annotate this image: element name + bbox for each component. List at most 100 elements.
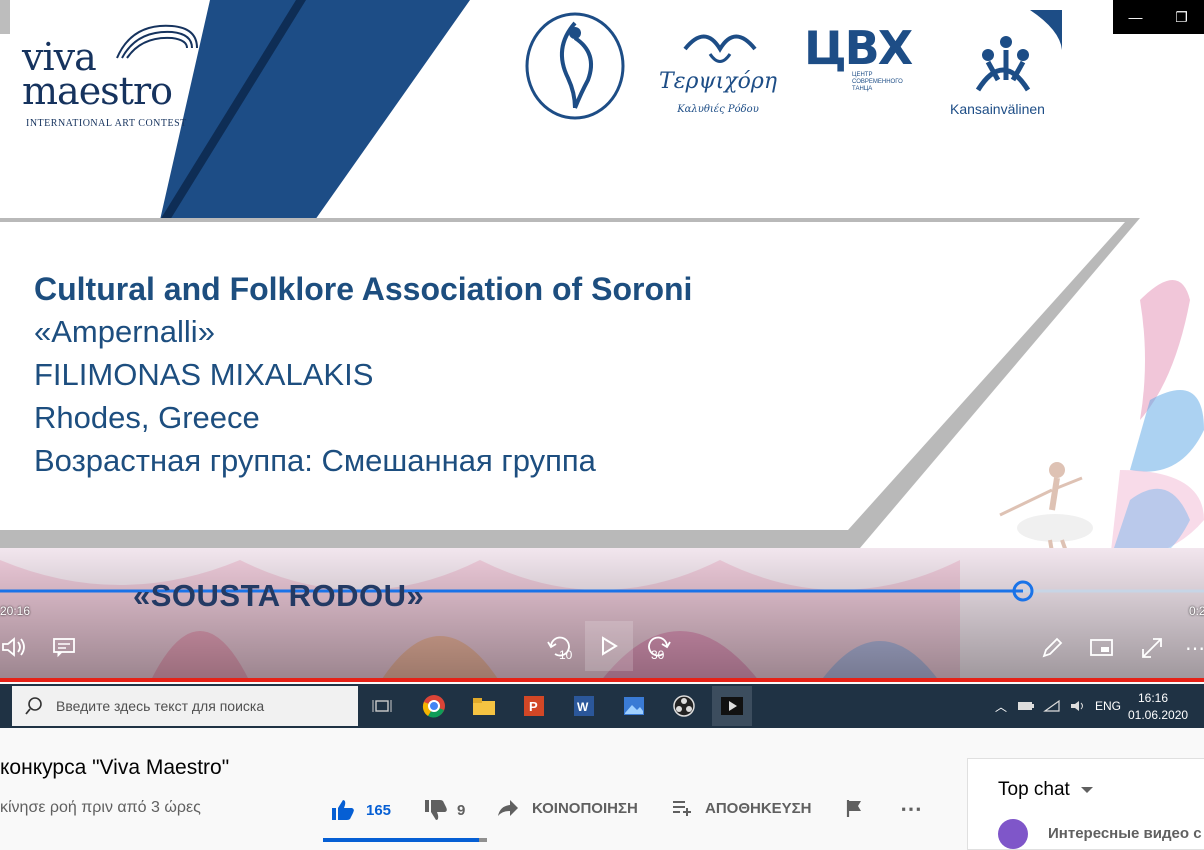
powerpoint-app[interactable]: P: [514, 686, 554, 726]
association-name: Cultural and Folklore Association of Sor…: [34, 271, 693, 307]
video-player[interactable]: viva maestro INTERNATIONAL ART CONTEST Τ…: [0, 0, 1204, 682]
play-icon: [602, 636, 618, 656]
svg-text:P: P: [529, 699, 538, 714]
chrome-icon: [422, 695, 445, 718]
search-icon: [25, 697, 42, 715]
save-button[interactable]: ΑΠΟΘΗΚΕΥΣΗ: [671, 798, 812, 818]
logo-line-2: maestro: [22, 69, 173, 113]
svg-text:W: W: [577, 700, 589, 714]
report-button[interactable]: [845, 798, 865, 818]
group-name: «Ampernalli»: [34, 314, 215, 349]
dislike-count: 9: [457, 801, 466, 819]
battery-icon[interactable]: [1017, 699, 1035, 713]
forward-30-icon: 30: [648, 636, 671, 662]
sentiment-bar: [323, 838, 487, 842]
share-icon: [498, 800, 518, 816]
chat-message-preview: Интересные видео с: [1048, 825, 1202, 842]
word-icon: W: [574, 696, 594, 716]
windows-taskbar: Введите здесь текст для поиска P W ︿ ENG…: [0, 684, 1204, 728]
rewind-button[interactable]: 10: [545, 633, 575, 663]
language-indicator[interactable]: ENG: [1095, 699, 1121, 713]
terpsichore-sub: Καλυθιές Ρόδου: [676, 104, 759, 115]
forward-button[interactable]: 30: [645, 633, 675, 663]
volume-icon: [2, 637, 25, 657]
captions-button[interactable]: [50, 633, 78, 661]
partner-logo-cvh: ЦВХ: [804, 21, 913, 75]
restore-button[interactable]: ❐: [1164, 0, 1199, 34]
age-group: Возрастная группа: Смешанная группа: [34, 443, 596, 478]
obs-icon: [673, 695, 695, 717]
time-elapsed: 20:16: [0, 604, 31, 618]
youtube-progress-bar: [0, 678, 1204, 682]
minimize-button[interactable]: —: [1118, 0, 1153, 34]
location: Rhodes, Greece: [34, 400, 260, 435]
more-actions-icon[interactable]: ⋯: [900, 796, 922, 822]
photos-app[interactable]: [614, 686, 654, 726]
time-total: 0:2: [1189, 604, 1204, 618]
partner-logo-emblem: [525, 12, 625, 120]
share-label: ΚΟΙΝΟΠΟΙΗΣΗ: [532, 799, 638, 817]
volume-button[interactable]: [0, 633, 28, 661]
miniplayer-button[interactable]: [1088, 634, 1116, 662]
save-label: ΑΠΟΘΗΚΕΥΣΗ: [705, 799, 812, 817]
fullscreen-button[interactable]: [1138, 634, 1166, 662]
svg-text:10: 10: [559, 648, 573, 662]
like-button[interactable]: 165: [330, 798, 391, 822]
folder-icon: [473, 698, 495, 715]
flag-icon: [846, 800, 861, 817]
clock-date: 01.06.2020: [1128, 708, 1189, 722]
blue-diagonal-band: [160, 0, 470, 220]
stream-info: κίνησε ροή πριν από 3 ώρες: [0, 799, 201, 816]
partner-logo-dancers: [975, 36, 1031, 92]
svg-text:30: 30: [651, 648, 665, 662]
clock-time: 16:16: [1137, 691, 1169, 705]
system-tray: ︿ ENG: [995, 684, 1121, 728]
minimize-icon: —: [1128, 9, 1143, 25]
chat-header-label: Top chat: [998, 779, 1070, 800]
miniplayer-icon: [1090, 639, 1113, 656]
task-view-button[interactable]: [362, 686, 402, 726]
leader-name: FILIMONAS MIXALAKIS: [34, 357, 374, 392]
avatar[interactable]: [998, 819, 1028, 849]
task-view-icon: [372, 700, 392, 712]
thumbs-up-icon: [332, 800, 354, 820]
like-count: 165: [366, 801, 392, 819]
partner-logo-terpsichore: Τερψιχόρη Καλυθιές Ρόδου: [660, 34, 777, 115]
chrome-app[interactable]: [414, 686, 454, 726]
photos-icon: [624, 697, 644, 715]
share-button[interactable]: ΚΟΙΝΟΠΟΙΗΣΗ: [496, 798, 638, 818]
draw-button[interactable]: [1038, 634, 1066, 662]
slide-text-block: Cultural and Folklore Association of Sor…: [34, 268, 692, 482]
speaker-icon[interactable]: [1069, 699, 1087, 713]
dislike-button[interactable]: 9: [423, 798, 465, 822]
rewind-10-icon: 10: [547, 636, 573, 662]
terpsichore-caption: Τερψιχόρη: [660, 69, 777, 94]
play-button[interactable]: [585, 621, 633, 671]
wifi-icon[interactable]: [1043, 699, 1061, 713]
video-player-app[interactable]: [712, 686, 752, 726]
captions-icon: [53, 638, 75, 658]
kansainvalinen-text: Kansainvälinen: [950, 101, 1045, 117]
file-explorer-app[interactable]: [464, 686, 504, 726]
pencil-icon: [1042, 637, 1063, 658]
film-icon: [721, 697, 743, 715]
more-options-icon[interactable]: ⋯: [1185, 636, 1204, 660]
video-title: конкурса "Viva Maestro": [0, 756, 230, 779]
powerpoint-icon: P: [524, 696, 544, 716]
taskbar-search-box[interactable]: Введите здесь текст для поиска: [12, 686, 358, 726]
taskbar-clock[interactable]: 16:16 01.06.2020: [1128, 690, 1189, 724]
word-app[interactable]: W: [564, 686, 604, 726]
live-chat-panel: Top chat Интересные видео с: [967, 758, 1204, 850]
playlist-add-icon: [673, 801, 691, 816]
sentiment-bar-likes: [323, 838, 479, 842]
thumbs-down-icon: [425, 800, 447, 820]
obs-app[interactable]: [664, 686, 704, 726]
piece-title: «SOUSTA RODOU»: [133, 578, 425, 613]
taskbar-search-placeholder: Введите здесь текст для поиска: [56, 698, 265, 714]
expand-icon: [1142, 638, 1162, 658]
tray-chevron-icon[interactable]: ︿: [995, 698, 1007, 715]
cvh-sub: ЦЕНТР СОВРЕМЕННОГО ТАНЦА: [852, 72, 903, 92]
logo-subtitle: INTERNATIONAL ART CONTEST: [26, 118, 187, 129]
watch-page-info: конкурса "Viva Maestro" κίνησε ροή πριν …: [0, 728, 1204, 850]
chat-mode-dropdown[interactable]: Top chat: [998, 779, 1094, 801]
